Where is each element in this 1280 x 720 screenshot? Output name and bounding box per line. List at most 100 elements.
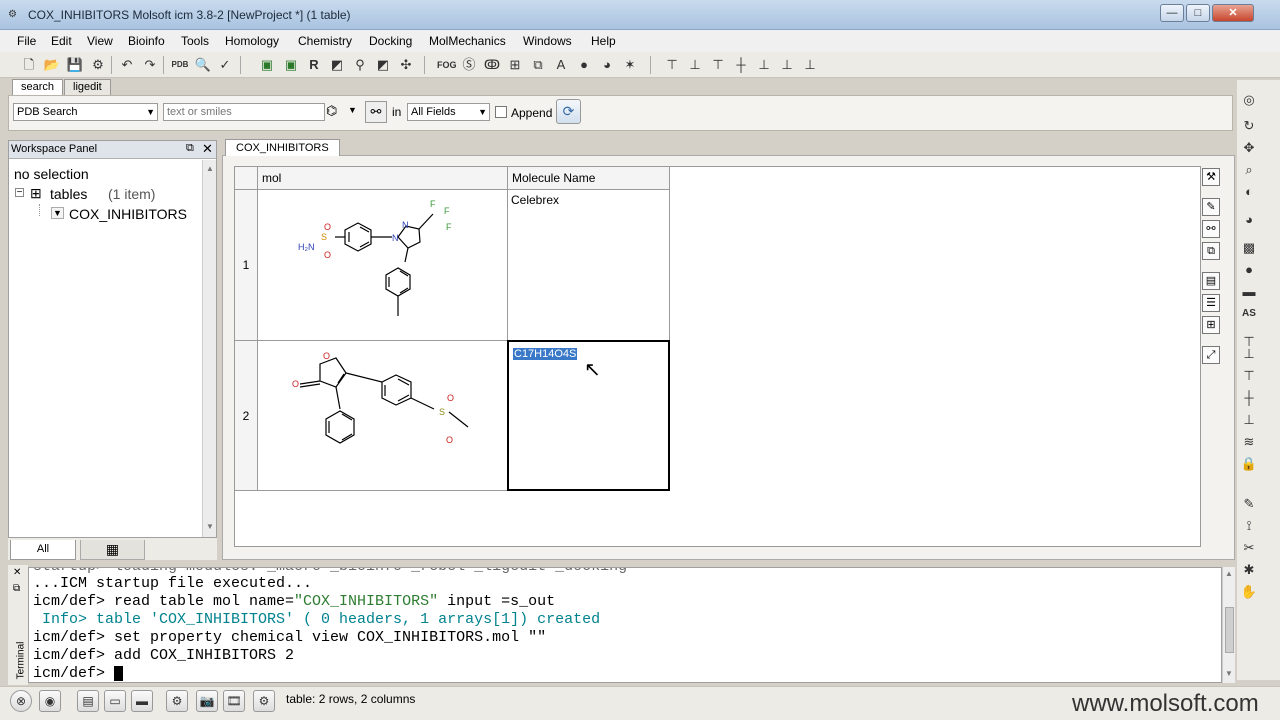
molecule-icon[interactable]: ✣ — [397, 56, 415, 74]
as-icon[interactable]: AS — [1240, 305, 1258, 323]
terminal-prompt[interactable]: icm/def> — [33, 665, 124, 682]
collapse-icon[interactable]: − — [15, 188, 24, 198]
cube-icon[interactable]: ▩ — [1240, 239, 1258, 257]
label-a-icon[interactable]: A — [552, 56, 570, 74]
align-icon[interactable]: ⊤ — [1240, 367, 1258, 385]
align-center-icon[interactable]: ┼ — [732, 56, 750, 74]
camera-icon[interactable]: 📷 — [196, 690, 218, 712]
grid-icon[interactable]: ⊞ — [1202, 316, 1220, 334]
wave-icon[interactable]: ≋ — [1240, 433, 1258, 451]
link-icon[interactable]: ⚲ — [351, 56, 369, 74]
open-folder-icon[interactable]: 📂 — [43, 56, 61, 74]
hand-icon[interactable]: ✋ — [1240, 583, 1258, 601]
close-icon[interactable]: ✕ — [13, 567, 21, 578]
tools-icon[interactable]: ⚙ — [253, 690, 275, 712]
align-bottom-icon[interactable]: ⊥ — [778, 56, 796, 74]
settings-icon[interactable]: ⚙ — [89, 56, 107, 74]
tree-item-cox-inhibitors[interactable]: COX_INHIBITORS — [69, 206, 187, 222]
translate-icon[interactable]: ✥ — [1240, 139, 1258, 157]
append-checkbox[interactable] — [495, 106, 507, 118]
app-icon[interactable]: ⚙ — [8, 9, 20, 21]
copy-icon[interactable]: ⧉ — [1202, 242, 1220, 260]
workspace-scrollbar[interactable]: ▲ ▼ — [202, 160, 216, 537]
menu-tools[interactable]: Tools — [181, 34, 209, 48]
align-icon[interactable]: ⊥ — [1240, 345, 1258, 363]
align-mid-icon[interactable]: ⊥ — [686, 56, 704, 74]
menu-help[interactable]: Help — [591, 34, 616, 48]
align-icon[interactable]: ⊥ — [1240, 411, 1258, 429]
search-source-dropdown[interactable]: PDB Search ▼ — [13, 103, 158, 121]
align-base-icon[interactable]: ⊥ — [801, 56, 819, 74]
select-icon[interactable]: ▣ — [258, 56, 276, 74]
torsion-icon[interactable]: ✂ — [1240, 539, 1258, 557]
hammer-icon[interactable]: ⚒ — [1202, 168, 1220, 186]
menu-homology[interactable]: Homology — [225, 34, 279, 48]
wand-icon[interactable]: ✶ — [621, 56, 639, 74]
save-icon[interactable]: 💾 — [66, 56, 84, 74]
column-header-molecule-name[interactable]: Molecule Name — [508, 167, 670, 190]
minimize-button[interactable]: — — [1160, 4, 1184, 22]
paint-icon[interactable]: ✎ — [1240, 495, 1258, 513]
panel-icon[interactable]: ▤ — [77, 690, 99, 712]
menu-chemistry[interactable]: Chemistry — [298, 34, 352, 48]
chem-icon[interactable]: ✱ — [1240, 561, 1258, 579]
undock-icon[interactable]: ⧉ — [186, 142, 194, 155]
window-icon[interactable]: ▭ — [104, 690, 126, 712]
rotate-icon[interactable]: ↻ — [1240, 117, 1258, 135]
movie-icon[interactable]: 🎞 — [223, 690, 245, 712]
binoculars-icon[interactable]: ⚯ — [365, 101, 387, 123]
surface-s-icon[interactable]: Ⓢ — [460, 56, 478, 74]
shaded-sphere-icon[interactable]: ◕ — [598, 56, 616, 74]
residue-icon[interactable]: R — [305, 56, 323, 74]
menu-windows[interactable]: Windows — [523, 34, 572, 48]
menu-file[interactable]: File — [17, 34, 36, 48]
smiles-editor-icon[interactable]: ⌬ — [326, 103, 337, 119]
measure-icon[interactable]: ⟟ — [1240, 517, 1258, 535]
maximize-button[interactable]: □ — [1186, 4, 1210, 22]
align-down-icon[interactable]: ⊥ — [755, 56, 773, 74]
tree-tables-label[interactable]: tables — [50, 186, 87, 202]
ribbon-icon[interactable]: ↂ — [483, 56, 501, 74]
menu-molmechanics[interactable]: MolMechanics — [429, 34, 506, 48]
color-icon[interactable]: ◕ — [1240, 211, 1258, 229]
new-file-icon[interactable]: 🗋 — [20, 56, 38, 74]
clip-icon[interactable]: ◐ — [1240, 183, 1258, 201]
terminal-icon[interactable]: ▬ — [131, 690, 153, 712]
record-icon[interactable]: ◉ — [39, 690, 61, 712]
terminal-scrollbar[interactable]: ▲ ▼ — [1222, 567, 1235, 683]
align-top-icon[interactable]: ⊤ — [663, 56, 681, 74]
title-bar[interactable]: ⚙ COX_INHIBITORS Molsoft icm 3.8-2 [NewP… — [0, 0, 1280, 30]
gear-icon[interactable]: ⚙ — [166, 690, 188, 712]
search-input[interactable]: text or smiles — [163, 103, 325, 121]
cylinder-icon[interactable]: ▬ — [1240, 283, 1258, 301]
tab-all[interactable]: All — [10, 540, 76, 560]
binoculars-icon[interactable]: ⚯ — [1202, 220, 1220, 238]
chevron-down-icon[interactable]: ▼ — [51, 207, 64, 219]
bond-icon[interactable]: ◩ — [374, 56, 392, 74]
terminal-output[interactable]: startup> loading modules: _macro _bioinf… — [28, 567, 1222, 683]
plot-icon[interactable]: ⤢ — [1202, 346, 1220, 364]
grid-icon[interactable]: ⊞ — [506, 56, 524, 74]
menu-docking[interactable]: Docking — [369, 34, 412, 48]
list-icon[interactable]: ☰ — [1202, 294, 1220, 312]
blob-icon[interactable]: ● — [1240, 261, 1258, 279]
menu-bioinfo[interactable]: Bioinfo — [128, 34, 165, 48]
refresh-icon[interactable]: ⟳ — [556, 99, 581, 124]
search-field-dropdown[interactable]: All Fields ▼ — [407, 103, 490, 121]
row-number[interactable]: 1 — [235, 190, 258, 341]
chain-icon[interactable]: ◩ — [328, 56, 346, 74]
view-icon[interactable]: ◎ — [1240, 91, 1258, 109]
tab-ligedit[interactable]: ligedit — [64, 79, 111, 95]
close-icon[interactable]: ✕ — [202, 141, 213, 157]
pdb-icon[interactable]: PDB — [171, 56, 189, 74]
menu-view[interactable]: View — [87, 34, 113, 48]
doc-icon[interactable]: ▤ — [1202, 272, 1220, 290]
undo-icon[interactable]: ↶ — [118, 56, 136, 74]
tab-tables[interactable]: ▦ — [80, 540, 145, 560]
box-icon[interactable]: ⧉ — [529, 56, 547, 74]
mol-cell[interactable]: O O S O O — [258, 341, 508, 491]
edit-icon[interactable]: ✎ — [1202, 198, 1220, 216]
column-header-mol[interactable]: mol — [258, 167, 508, 190]
find-icon[interactable]: 🔍 — [194, 56, 212, 74]
close-button[interactable]: ✕ — [1212, 4, 1254, 22]
